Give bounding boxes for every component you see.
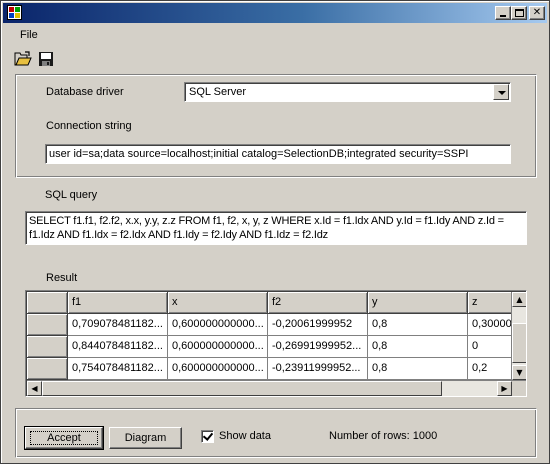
diagram-button[interactable]: Diagram <box>109 427 182 449</box>
database-driver-select[interactable]: SQL Server <box>184 82 511 102</box>
table-cell[interactable]: 0,600000000000... <box>168 358 268 380</box>
database-driver-value: SQL Server <box>189 86 247 98</box>
row-count-label: Number of rows: 1000 <box>329 430 438 442</box>
save-button[interactable] <box>36 50 56 68</box>
column-header[interactable]: z <box>468 292 511 314</box>
minimize-button[interactable] <box>495 6 511 20</box>
open-button[interactable] <box>13 50 33 68</box>
table-row[interactable]: 0,709078481182... 0,600000000000... -0,2… <box>27 314 511 336</box>
table-cell[interactable]: -0,20061999952 <box>268 314 368 336</box>
scroll-right-icon[interactable]: ▶ <box>497 381 512 396</box>
table-cell[interactable]: 0,754078481182... <box>68 358 168 380</box>
chevron-down-icon[interactable] <box>493 84 509 100</box>
vertical-scroll-thumb[interactable] <box>512 323 526 363</box>
table-cell[interactable]: 0 <box>468 336 511 358</box>
sql-query-label: SQL query <box>45 189 98 201</box>
connection-string-field[interactable]: user id=sa;data source=localhost;initial… <box>45 144 511 164</box>
maximize-icon <box>515 9 524 17</box>
column-header[interactable]: y <box>368 292 468 314</box>
grid-body: f1 x f2 y z 0,709078481182... 0,60000000… <box>27 292 511 380</box>
table-cell[interactable]: -0,26991999952... <box>268 336 368 358</box>
connection-string-label: Connection string <box>46 120 132 132</box>
scrollbar-corner <box>512 381 526 396</box>
table-cell[interactable]: 0,844078481182... <box>68 336 168 358</box>
scroll-left-icon[interactable]: ◀ <box>27 381 42 396</box>
horizontal-scrollbar[interactable]: ◀ ▶ <box>27 381 512 396</box>
main-window: ✕ File Database driver SQL Server Connec… <box>0 0 550 464</box>
menu-file[interactable]: File <box>20 29 38 41</box>
column-header[interactable]: f2 <box>268 292 368 314</box>
close-icon: ✕ <box>532 7 542 18</box>
table-cell[interactable]: 0,600000000000... <box>168 314 268 336</box>
column-header[interactable]: x <box>168 292 268 314</box>
result-label: Result <box>46 272 78 284</box>
minimize-icon <box>500 15 506 17</box>
grid-header-row: f1 x f2 y z <box>27 292 511 314</box>
table-cell[interactable]: 0,600000000000... <box>168 336 268 358</box>
table-cell[interactable]: 0,709078481182... <box>68 314 168 336</box>
sql-query-field[interactable]: SELECT f1.f1, f2.f2, x.x, y.y, z.z FROM … <box>25 211 527 245</box>
menu-bar: File <box>3 25 547 45</box>
result-grid[interactable]: f1 x f2 y z 0,709078481182... 0,60000000… <box>25 290 527 397</box>
table-cell[interactable]: 0,8 <box>368 358 468 380</box>
database-driver-label: Database driver <box>46 86 124 98</box>
scroll-up-icon[interactable]: ▲ <box>512 292 526 307</box>
vertical-scrollbar[interactable]: ▲ ▼ <box>512 292 526 380</box>
table-cell[interactable]: 0,8 <box>368 314 468 336</box>
show-data-label[interactable]: Show data <box>219 430 271 442</box>
table-cell[interactable]: 0,8 <box>368 336 468 358</box>
scroll-down-icon[interactable]: ▼ <box>512 365 526 380</box>
save-disk-icon <box>39 52 53 66</box>
app-icon[interactable] <box>7 5 22 20</box>
diagram-button-label: Diagram <box>124 431 167 444</box>
table-cell[interactable]: -0,23911999952... <box>268 358 368 380</box>
title-bar[interactable]: ✕ <box>3 3 547 23</box>
row-header[interactable] <box>27 358 68 380</box>
table-cell[interactable]: 0,30000 <box>468 314 511 336</box>
maximize-button[interactable] <box>511 6 527 20</box>
column-header[interactable]: f1 <box>68 292 168 314</box>
open-folder-icon <box>14 51 32 66</box>
grid-corner-header[interactable] <box>27 292 68 314</box>
horizontal-scroll-thumb[interactable] <box>42 381 442 396</box>
close-button[interactable]: ✕ <box>529 6 545 20</box>
toolbar <box>3 47 547 71</box>
accept-button[interactable]: Accept <box>24 426 104 450</box>
table-cell[interactable]: 0,2 <box>468 358 511 380</box>
table-row[interactable]: 0,844078481182... 0,600000000000... -0,2… <box>27 336 511 358</box>
focus-rectangle <box>30 431 98 445</box>
row-header[interactable] <box>27 314 68 336</box>
row-header[interactable] <box>27 336 68 358</box>
table-row[interactable]: 0,754078481182... 0,600000000000... -0,2… <box>27 358 511 380</box>
show-data-checkbox[interactable] <box>201 430 214 443</box>
